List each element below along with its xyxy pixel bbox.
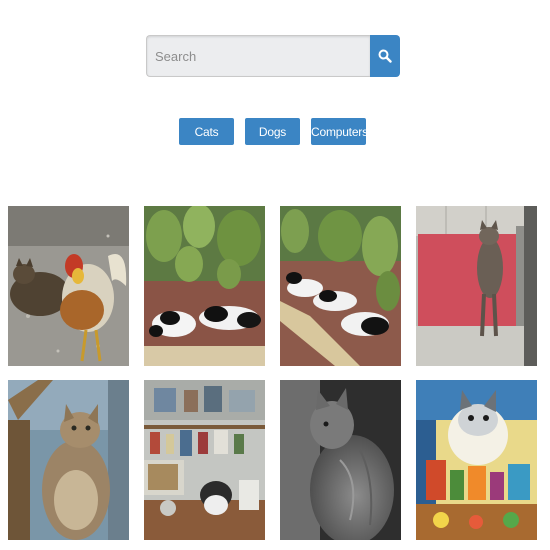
category-button-computers[interactable]: Computers xyxy=(311,118,368,145)
image-tile-cat-at-door[interactable] xyxy=(416,206,537,366)
search-button[interactable] xyxy=(370,35,400,77)
cat-and-rooster-image xyxy=(8,206,129,366)
cats-resting-on-gravel-image xyxy=(280,206,401,366)
image-tile-cat-and-rooster[interactable] xyxy=(8,206,129,366)
image-tile-cats-resting-on-gravel[interactable] xyxy=(280,206,401,366)
image-tile-grey-cat-portrait[interactable] xyxy=(280,380,401,540)
search-input[interactable] xyxy=(146,35,370,77)
image-tile-fluffy-cat-on-tree[interactable] xyxy=(8,380,129,540)
search-icon xyxy=(378,49,392,63)
category-button-cats[interactable]: Cats xyxy=(179,118,234,145)
image-tile-cartoon-cat-kitchen[interactable] xyxy=(416,380,537,540)
category-button-dogs[interactable]: Dogs xyxy=(245,118,300,145)
image-search-page: Cats Dogs Computers xyxy=(0,0,550,550)
fluffy-cat-on-tree-image xyxy=(8,380,129,540)
search-bar xyxy=(146,35,400,77)
cluttered-kitchen-image xyxy=(144,380,265,540)
cartoon-cat-kitchen-image xyxy=(416,380,537,540)
cats-under-cactus-image xyxy=(144,206,265,366)
cat-at-door-image xyxy=(416,206,537,366)
grey-cat-portrait-image xyxy=(280,380,401,540)
image-tile-cats-under-cactus[interactable] xyxy=(144,206,265,366)
image-tile-cluttered-kitchen[interactable] xyxy=(144,380,265,540)
